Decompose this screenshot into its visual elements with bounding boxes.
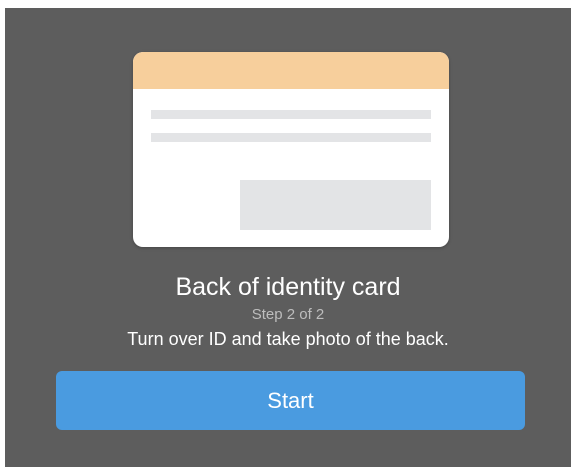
card-text-line-placeholder <box>151 133 431 142</box>
card-text-line-placeholder <box>151 110 431 119</box>
start-button[interactable]: Start <box>56 371 525 430</box>
card-header-stripe <box>133 52 449 89</box>
id-card-back-illustration <box>133 52 449 247</box>
card-barcode-placeholder <box>240 180 431 230</box>
step-indicator: Step 2 of 2 <box>251 306 325 323</box>
capture-instructions-panel: Back of identity card Step 2 of 2 Turn o… <box>5 8 571 467</box>
page-title: Back of identity card <box>175 273 401 301</box>
instruction-text: Turn over ID and take photo of the back. <box>127 329 449 349</box>
